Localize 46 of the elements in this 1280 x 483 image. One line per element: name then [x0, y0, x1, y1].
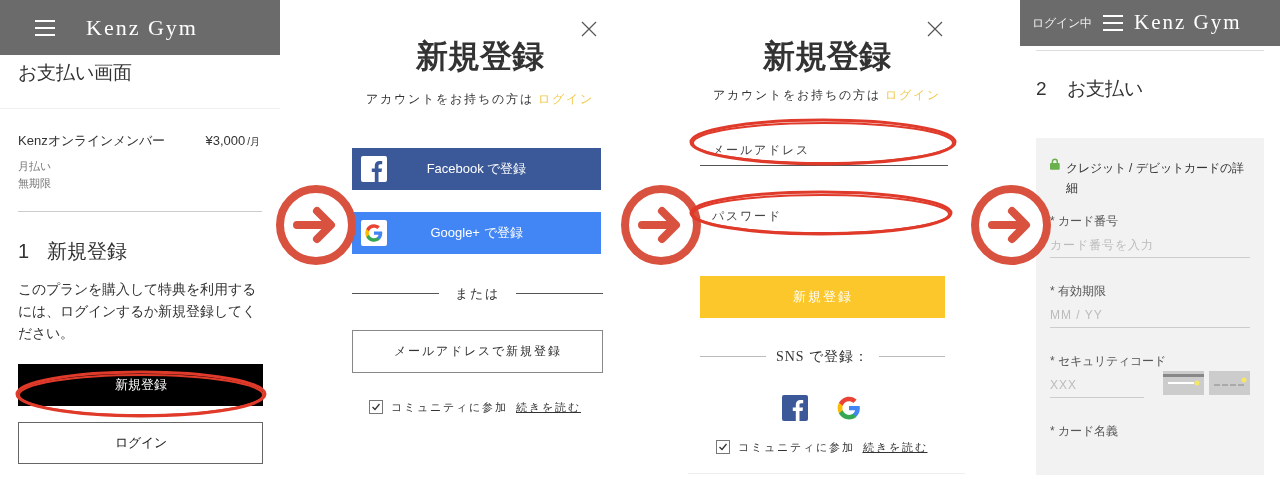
menu-icon[interactable] [34, 18, 56, 37]
info-text: このプランを購入して特典を利用するには、ログインするか新規登録してください。 [17, 280, 257, 343]
field-label: * 有効期限 [1050, 282, 1107, 300]
card-back-icon [1163, 370, 1204, 395]
plan-price: ¥3,000 [205, 131, 246, 150]
plan-name: Kenzオンラインメンバー [18, 131, 165, 150]
checkbox[interactable] [715, 440, 730, 455]
menu-icon[interactable] [1102, 14, 1124, 32]
step-title: お支払い [1066, 77, 1143, 101]
subtitle-text: アカウントをお持ちの方は [366, 91, 534, 108]
read-more-link[interactable]: 続きを読む [862, 439, 928, 456]
step-title: 新規登録 [47, 239, 128, 264]
separator-text: SNS で登録： [774, 348, 871, 366]
field-label: * カード番号 [1050, 212, 1119, 230]
google-icon[interactable] [835, 395, 862, 421]
login-status: ログイン中 [1032, 15, 1092, 32]
google-icon [361, 220, 387, 246]
close-icon[interactable] [581, 21, 597, 37]
facebook-icon[interactable] [781, 395, 808, 421]
checkbox-label: コミュニティに参加 [737, 440, 855, 455]
checkbox[interactable] [369, 399, 383, 414]
close-icon[interactable] [927, 21, 943, 37]
login-button[interactable]: ログイン [18, 422, 263, 464]
field-label: * カード名義 [1050, 422, 1119, 440]
facebook-signup-button[interactable]: Facebook で登録 [352, 148, 601, 190]
billing-text: 月払い [17, 159, 52, 174]
facebook-icon [361, 156, 387, 182]
card-front-icon [1209, 370, 1250, 395]
modal-title: 新規登録 [416, 37, 544, 76]
email-signup-button[interactable]: メールアドレスで新規登録 [352, 329, 603, 373]
modal-title: 新規登録 [762, 37, 891, 76]
price-unit: /月 [247, 134, 260, 149]
field-label: * セキュリティコード [1050, 352, 1167, 370]
site-title: Kenz Gym [1134, 9, 1242, 37]
term-text: 無期限 [17, 175, 52, 191]
separator-text: または [454, 285, 501, 303]
read-more-link[interactable]: 続きを読む [516, 398, 581, 415]
checkbox-label: コミュニティに参加 [391, 399, 508, 415]
site-title: Kenz Gym [86, 14, 198, 42]
page-title: お支払い画面 [17, 61, 133, 85]
step-number: 1 [18, 239, 30, 264]
subtitle-text: アカウントをお持ちの方は [712, 87, 881, 104]
step-number: 2 [1036, 77, 1047, 101]
google-signup-button[interactable]: Google+ で登録 [352, 212, 601, 254]
lock-icon [1050, 157, 1060, 170]
card-details-title: クレジット / デビットカードの詳細 [1065, 159, 1245, 197]
